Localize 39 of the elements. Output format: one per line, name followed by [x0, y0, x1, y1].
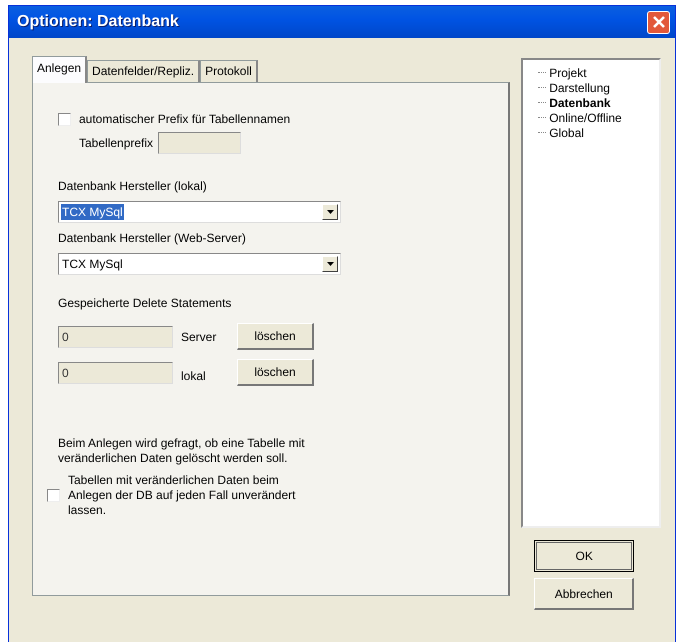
checkbox[interactable] [58, 112, 71, 126]
close-button[interactable] [647, 10, 670, 34]
tree-item[interactable]: Projekt [549, 66, 587, 80]
caret-icon [326, 210, 334, 214]
tree-line [538, 117, 546, 118]
count-field[interactable]: 0 [58, 326, 173, 348]
section-label: Gespeicherte Delete Statements [58, 296, 232, 310]
delete-button[interactable]: löschen [237, 323, 314, 350]
tree-line [538, 72, 546, 73]
tab[interactable]: Datenfelder/Repliz. [87, 60, 200, 82]
field-label: lokal [181, 368, 207, 382]
tree-line [538, 132, 546, 133]
window-title: Optionen: Datenbank [17, 13, 179, 31]
tree-item[interactable]: Global [549, 126, 584, 140]
tab[interactable]: Protokoll [200, 60, 258, 82]
checkbox-label: Tabellen mit veränderlichen Daten beim Anlegen der DB auf jeden Fall unverändert lassen. [68, 473, 296, 518]
delete-button[interactable]: löschen [237, 359, 314, 386]
dropdown-arrow-button[interactable] [322, 204, 338, 220]
count-field[interactable]: 0 [58, 362, 173, 384]
dropdown-arrow-button[interactable] [322, 256, 338, 272]
close-icon [652, 15, 666, 29]
cancel-button[interactable]: Abbrechen [534, 578, 634, 610]
tab[interactable]: Anlegen [32, 56, 88, 83]
tree-item[interactable]: Online/Offline [549, 110, 622, 124]
checkbox[interactable] [47, 489, 60, 502]
tree-item[interactable]: Darstellung [549, 80, 610, 94]
field-label: Datenbank Hersteller (Web-Server) [58, 231, 247, 245]
info-text: Beim Anlegen wird gefragt, ob eine Tabelle mit veränderlichen Daten gelöscht werden soll. [58, 436, 306, 466]
dropdown[interactable]: TCX MySql [58, 253, 341, 275]
field-label: Tabellenprefix [79, 136, 154, 150]
tree-item[interactable]: Datenbank [549, 96, 611, 110]
ok-button[interactable]: OK [534, 540, 634, 572]
field-label: Datenbank Hersteller (lokal) [58, 179, 208, 193]
caret-icon [326, 262, 334, 266]
field-label: Server [181, 330, 218, 344]
tree-line [538, 87, 546, 88]
dropdown[interactable]: TCX MySql [58, 201, 341, 223]
checkbox-label: automatischer Prefix für Tabellennamen [79, 112, 290, 126]
tree-line [538, 102, 546, 103]
